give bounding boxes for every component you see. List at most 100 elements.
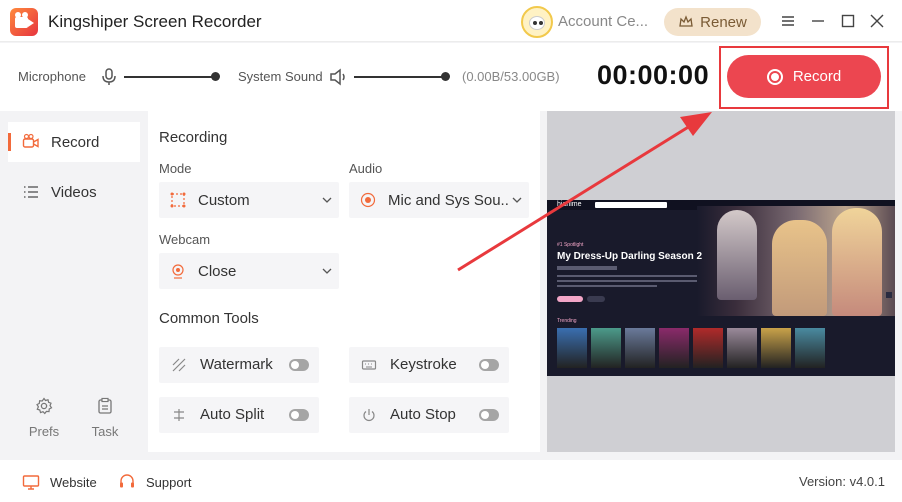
system-sound-volume-slider[interactable]: [354, 76, 448, 78]
renew-label: Renew: [700, 13, 747, 31]
sidebar-item-label: Record: [51, 134, 100, 151]
keystroke-toggle[interactable]: [479, 359, 499, 371]
account-avatar-icon[interactable]: [521, 6, 553, 38]
task-button[interactable]: Task: [80, 397, 130, 441]
monitor-icon: [22, 475, 40, 490]
support-link[interactable]: Support: [118, 473, 192, 491]
crown-icon: [679, 15, 693, 27]
headset-icon: [120, 474, 134, 488]
tool-label: Auto Split: [200, 406, 265, 423]
active-indicator: [8, 133, 11, 151]
preview-description-line: [557, 285, 657, 287]
preview-next-arrow: [886, 292, 892, 298]
maximize-icon[interactable]: [837, 10, 859, 32]
account-center-link[interactable]: Account Ce...: [558, 13, 648, 30]
preview-description-line: [557, 280, 697, 282]
watermark-icon: [172, 358, 186, 372]
tool-auto-split[interactable]: Auto Split: [159, 397, 319, 433]
chevron-down-icon: [322, 268, 332, 274]
preview-poster-row: [557, 328, 887, 368]
sidebar-item-videos[interactable]: Videos: [8, 172, 140, 212]
prefs-button[interactable]: Prefs: [19, 397, 69, 441]
preview-poster: [557, 328, 587, 368]
microphone-icon[interactable]: [100, 67, 118, 87]
preview-trending-label: Trending: [557, 318, 577, 324]
webcam-label: Webcam: [159, 232, 211, 247]
audio-select[interactable]: Mic and Sys Sou...: [349, 182, 529, 218]
screen-preview: hianime #1 Spotlight My Dress-Up Darling…: [547, 111, 895, 452]
preview-spotlight-tag: #1 Spotlight: [557, 242, 584, 248]
preview-poster: [693, 328, 723, 368]
preview-poster: [591, 328, 621, 368]
mode-value: Custom: [198, 192, 250, 209]
auto-stop-toggle[interactable]: [479, 409, 499, 421]
system-sound-volume-thumb[interactable]: [441, 72, 450, 81]
record-dot-icon: [766, 68, 783, 85]
microphone-label: Microphone: [18, 69, 86, 84]
preview-poster: [795, 328, 825, 368]
audio-value: Mic and Sys Sou...: [388, 192, 510, 209]
support-label: Support: [146, 474, 192, 490]
sidebar-item-record[interactable]: Record: [8, 122, 140, 162]
split-icon: [174, 409, 184, 421]
minimize-icon[interactable]: [807, 10, 829, 32]
tool-auto-stop[interactable]: Auto Stop: [349, 397, 509, 433]
menu-icon[interactable]: [777, 10, 799, 32]
audio-source-icon: [360, 192, 376, 208]
preview-site-logo: hianime: [557, 201, 582, 208]
clipboard-icon: [98, 397, 112, 414]
storage-usage: (0.00B/53.00GB): [462, 69, 560, 84]
mode-label: Mode: [159, 161, 192, 176]
close-icon[interactable]: [866, 10, 888, 32]
website-label: Website: [50, 474, 97, 490]
auto-split-toggle[interactable]: [289, 409, 309, 421]
task-label: Task: [91, 424, 119, 439]
preview-screenshot: hianime #1 Spotlight My Dress-Up Darling…: [547, 200, 895, 376]
sidebar: Record Videos Prefs Task: [0, 111, 148, 457]
renew-button[interactable]: Renew: [664, 8, 761, 36]
preview-description-line: [557, 275, 697, 277]
app-title: Kingshiper Screen Recorder: [48, 12, 262, 31]
camera-icon: [22, 133, 39, 148]
tool-label: Auto Stop: [390, 406, 456, 423]
chevron-down-icon: [512, 197, 522, 203]
preview-poster: [625, 328, 655, 368]
footer: Website Support Version: v4.0.1: [0, 460, 902, 502]
preview-character: [772, 220, 827, 316]
preview-character: [717, 210, 757, 300]
power-icon: [363, 409, 375, 422]
title-bar: Kingshiper Screen Recorder Account Ce...…: [0, 0, 902, 42]
preview-poster: [659, 328, 689, 368]
mode-select[interactable]: Custom: [159, 182, 339, 218]
capture-controls: Microphone System Sound (0.00B/53.00GB) …: [0, 43, 902, 111]
common-tools-section-title: Common Tools: [159, 310, 259, 328]
preview-character: [832, 208, 882, 316]
list-icon: [24, 186, 38, 198]
microphone-volume-slider[interactable]: [124, 76, 216, 78]
tool-label: Keystroke: [390, 356, 457, 373]
settings-panel: Recording Mode Custom Audio Mic and Sys …: [148, 111, 540, 452]
tool-watermark[interactable]: Watermark: [159, 347, 319, 383]
tool-keystroke[interactable]: Keystroke: [349, 347, 509, 383]
version-label: Version: v4.0.1: [799, 474, 885, 489]
tool-label: Watermark: [200, 356, 273, 373]
preview-headline: My Dress-Up Darling Season 2: [557, 251, 703, 262]
gear-icon: [36, 397, 53, 415]
app-logo-icon: [10, 8, 38, 36]
preview-poster: [727, 328, 757, 368]
speaker-icon[interactable]: [329, 67, 347, 87]
watermark-toggle[interactable]: [289, 359, 309, 371]
preview-detail-button: [587, 296, 605, 302]
website-link[interactable]: Website: [22, 473, 97, 491]
preview-meta: [557, 266, 617, 270]
prefs-label: Prefs: [28, 424, 60, 439]
microphone-volume-thumb[interactable]: [211, 72, 220, 81]
record-button-label: Record: [792, 68, 842, 85]
recording-section-title: Recording: [159, 129, 228, 147]
chevron-down-icon: [322, 197, 332, 203]
record-button[interactable]: Record: [727, 55, 881, 98]
webcam-select[interactable]: Close: [159, 253, 339, 289]
recording-timer: 00:00:00: [597, 60, 710, 90]
preview-search-bar: [595, 202, 667, 208]
system-sound-label: System Sound: [238, 69, 323, 84]
